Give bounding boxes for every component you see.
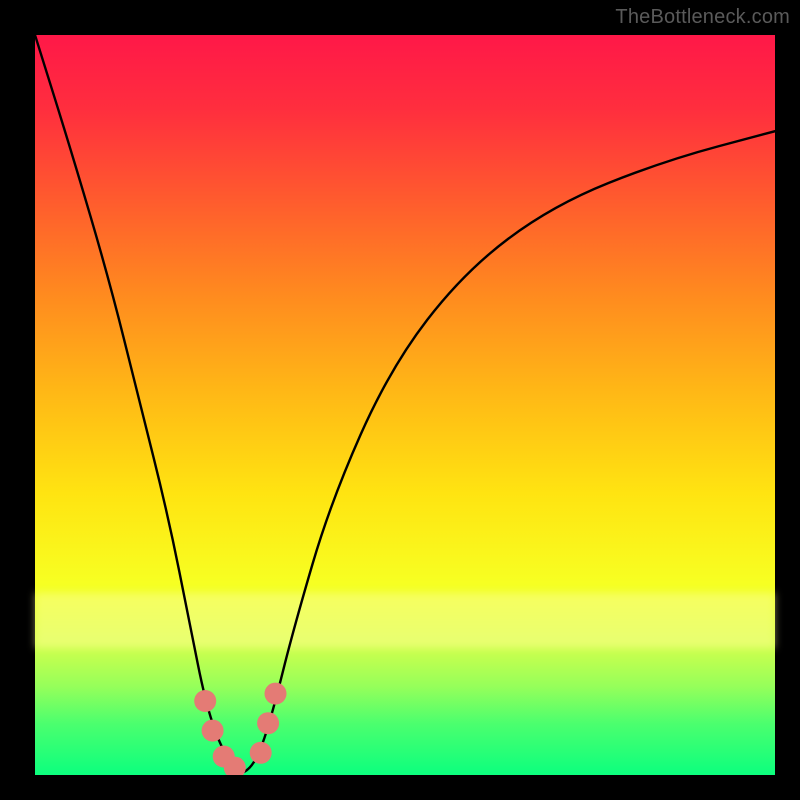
curve-markers [194,683,286,775]
curve-layer [35,35,775,775]
curve-marker [250,742,272,764]
curve-marker [265,683,287,705]
curve-marker [257,712,279,734]
curve-marker [202,720,224,742]
curve-marker [194,690,216,712]
plot-area [35,35,775,775]
watermark-text: TheBottleneck.com [615,6,790,29]
bottleneck-curve [35,35,775,773]
chart-frame: TheBottleneck.com [0,0,800,800]
